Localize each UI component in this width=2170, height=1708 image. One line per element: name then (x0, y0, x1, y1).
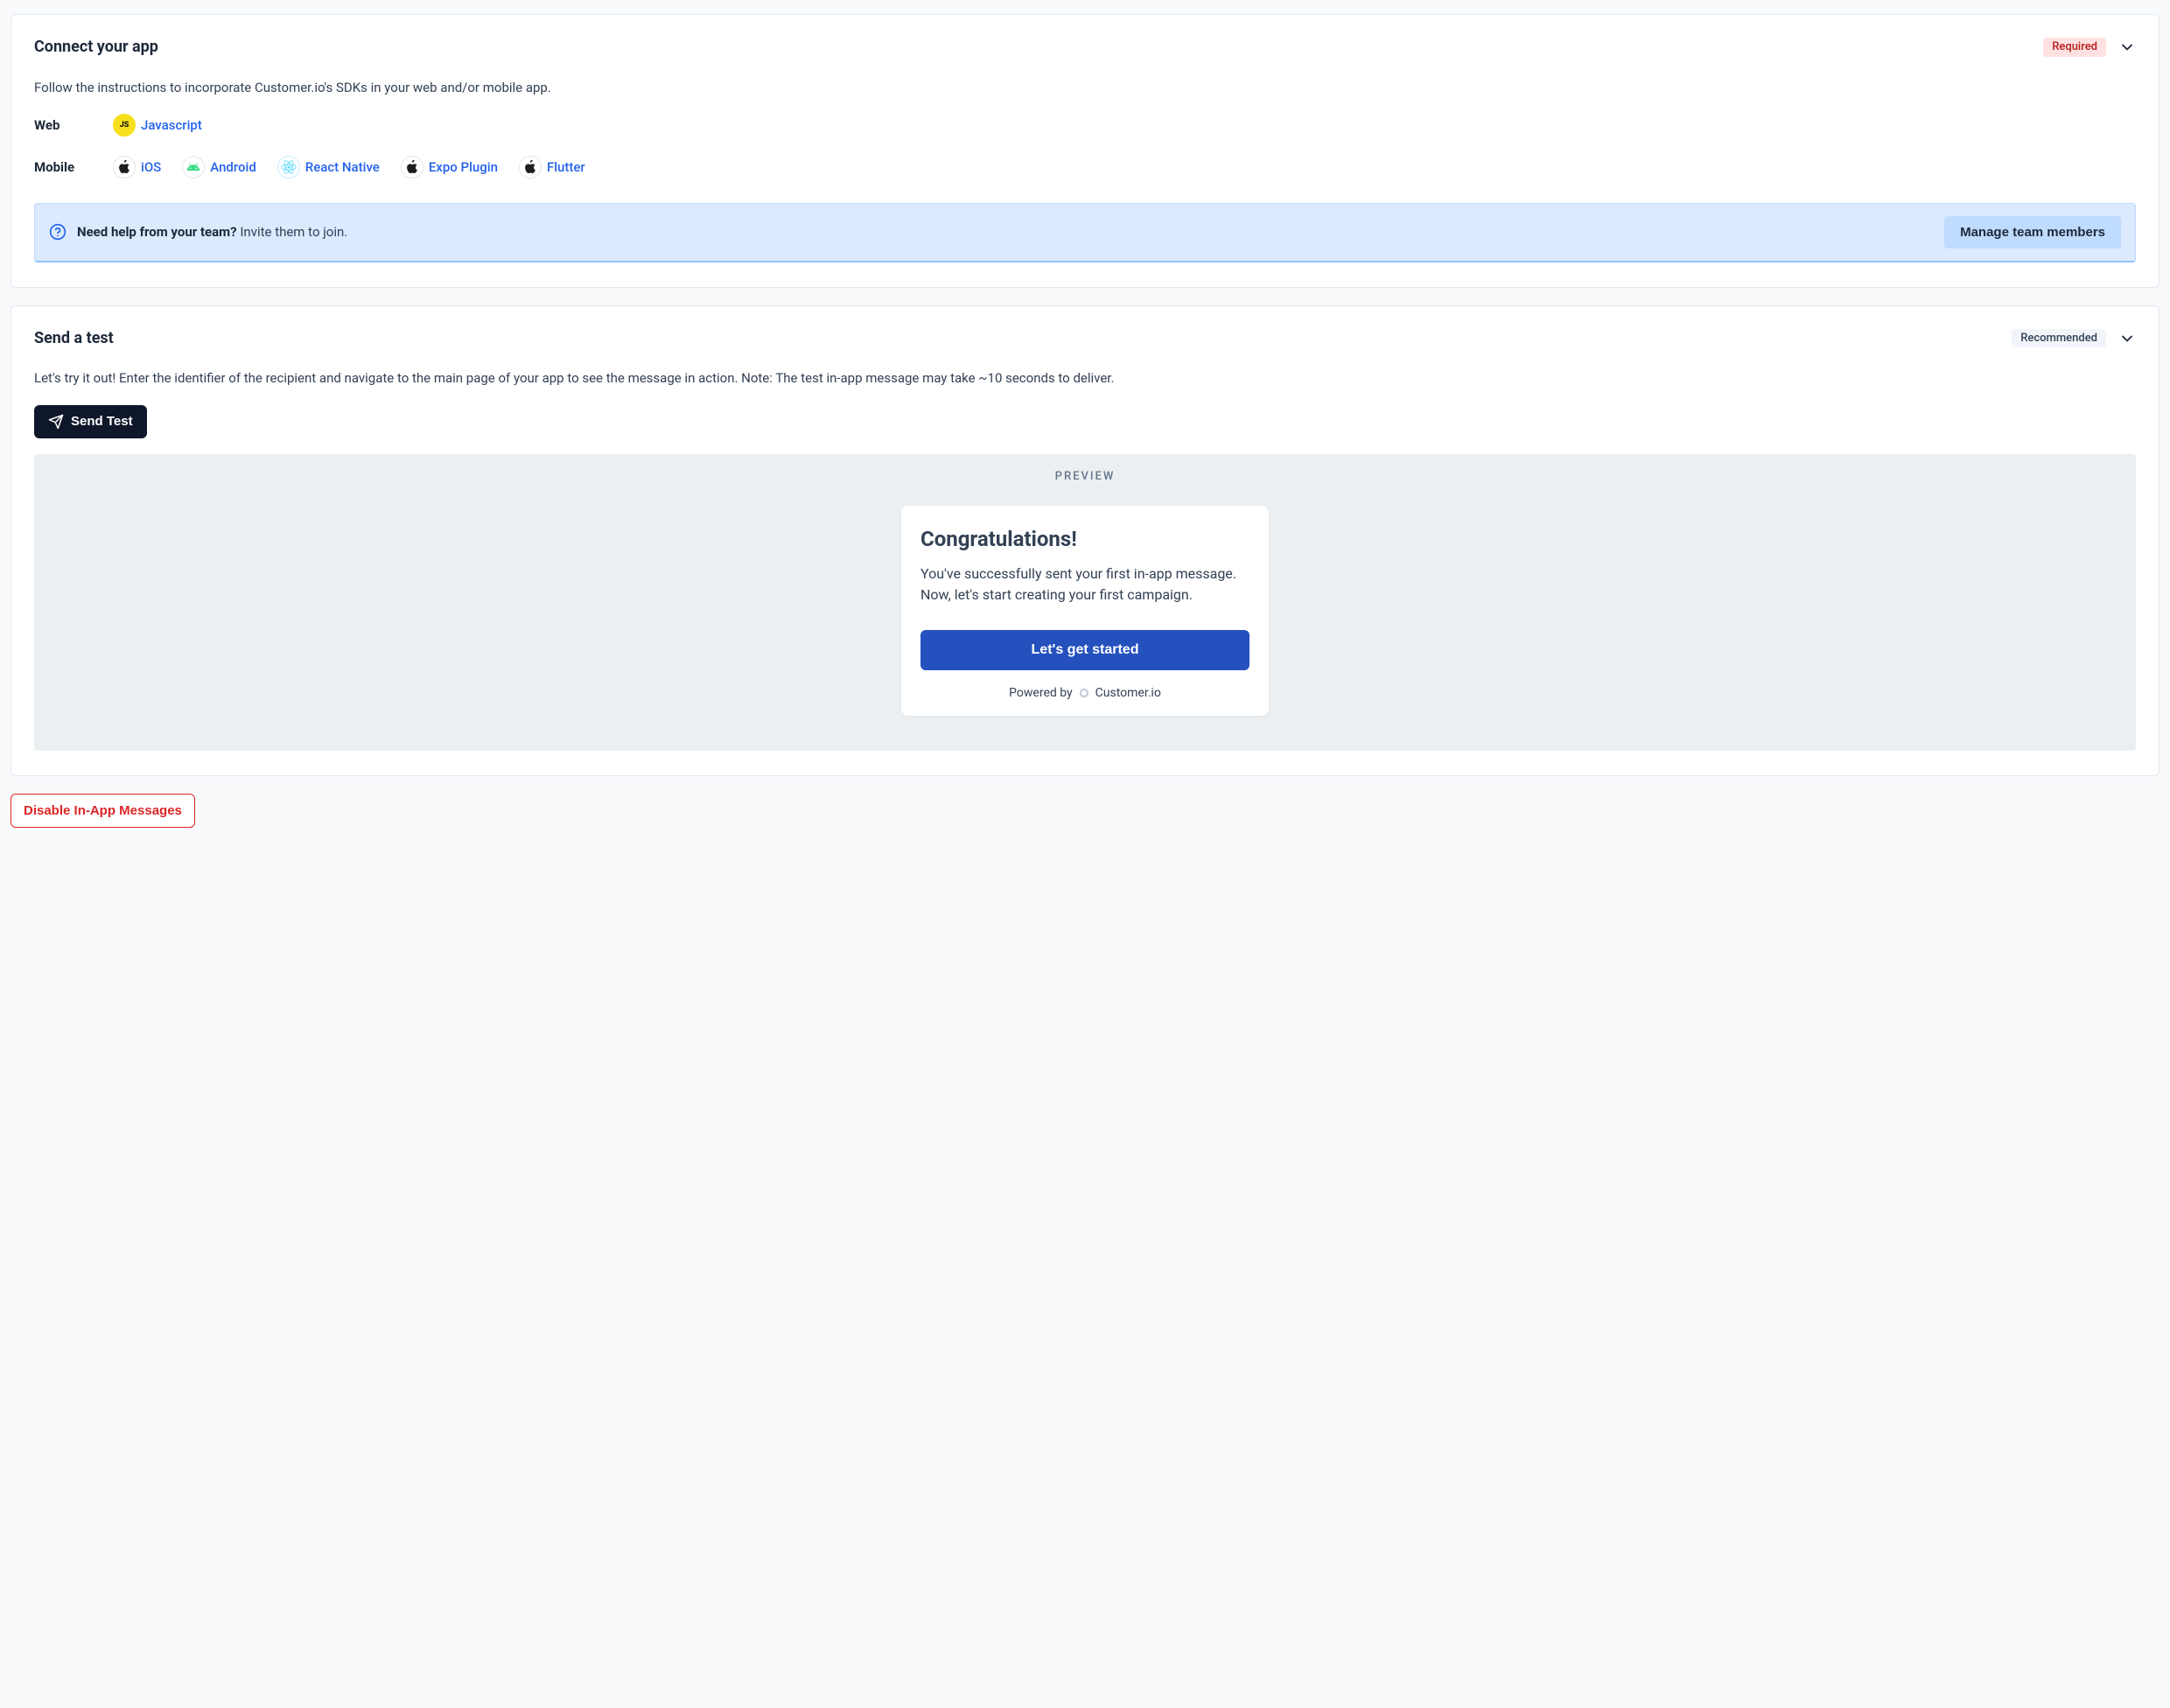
javascript-link-label: Javascript (141, 117, 202, 133)
recommended-badge: Recommended (2012, 329, 2106, 348)
get-started-button[interactable]: Let's get started (920, 630, 1250, 670)
flutter-label: Flutter (547, 159, 585, 175)
manage-team-button[interactable]: Manage team members (1944, 216, 2121, 248)
expo-link[interactable]: Expo Plugin (401, 156, 498, 178)
test-title: Send a test (34, 329, 114, 347)
customerio-logo-icon (1078, 687, 1090, 699)
send-test-button[interactable]: Send Test (34, 405, 147, 438)
powered-brand: Customer.io (1096, 686, 1161, 700)
test-description: Let's try it out! Enter the identifier o… (34, 368, 2136, 388)
help-banner: Need help from your team? Invite them to… (34, 203, 2136, 262)
preview-label: PREVIEW (52, 470, 2118, 483)
react-icon (277, 156, 300, 178)
mobile-label: Mobile (34, 159, 113, 175)
preview-body: You've successfully sent your first in-a… (920, 564, 1250, 606)
chevron-down-icon[interactable] (2118, 330, 2136, 347)
react-native-label: React Native (305, 159, 380, 175)
react-native-link[interactable]: React Native (277, 156, 380, 178)
mobile-platform-row: Mobile iOS Android React Native (34, 156, 2136, 178)
android-label: Android (210, 159, 256, 175)
ios-link[interactable]: iOS (113, 156, 161, 178)
apple-icon (113, 156, 136, 178)
paper-plane-icon (48, 414, 64, 430)
expo-label: Expo Plugin (429, 159, 498, 175)
preview-pane: PREVIEW Congratulations! You've successf… (34, 454, 2136, 751)
apple-icon (519, 156, 542, 178)
help-banner-left: Need help from your team? Invite them to… (49, 223, 347, 241)
preview-heading: Congratulations! (920, 527, 1250, 551)
test-card-header: Send a test Recommended (34, 329, 2136, 348)
connect-title: Connect your app (34, 38, 158, 56)
connect-app-card: Connect your app Required Follow the ins… (10, 14, 2160, 288)
disable-inapp-button[interactable]: Disable In-App Messages (10, 794, 195, 828)
connect-description: Follow the instructions to incorporate C… (34, 78, 2136, 98)
connect-header-right: Required (2043, 38, 2136, 57)
required-badge: Required (2043, 38, 2106, 57)
android-link[interactable]: Android (182, 156, 256, 178)
help-banner-text: Need help from your team? Invite them to… (77, 224, 347, 240)
preview-message-card: Congratulations! You've successfully sen… (901, 506, 1269, 716)
help-rest: Invite them to join. (237, 224, 348, 240)
powered-prefix: Powered by (1009, 686, 1073, 700)
help-icon (49, 223, 66, 241)
apple-icon (401, 156, 424, 178)
connect-card-header: Connect your app Required (34, 38, 2136, 57)
web-links: JS Javascript (113, 114, 202, 136)
send-test-label: Send Test (71, 414, 133, 429)
mobile-links: iOS Android React Native Expo Plugin (113, 156, 585, 178)
flutter-link[interactable]: Flutter (519, 156, 585, 178)
test-header-right: Recommended (2012, 329, 2136, 348)
help-strong: Need help from your team? (77, 224, 237, 240)
powered-by: Powered by Customer.io (920, 686, 1250, 700)
ios-label: iOS (141, 159, 161, 175)
android-icon (182, 156, 205, 178)
chevron-down-icon[interactable] (2118, 38, 2136, 56)
web-platform-row: Web JS Javascript (34, 114, 2136, 136)
web-label: Web (34, 117, 113, 133)
send-test-card: Send a test Recommended Let's try it out… (10, 305, 2160, 776)
javascript-icon: JS (113, 114, 136, 136)
javascript-link[interactable]: JS Javascript (113, 114, 202, 136)
